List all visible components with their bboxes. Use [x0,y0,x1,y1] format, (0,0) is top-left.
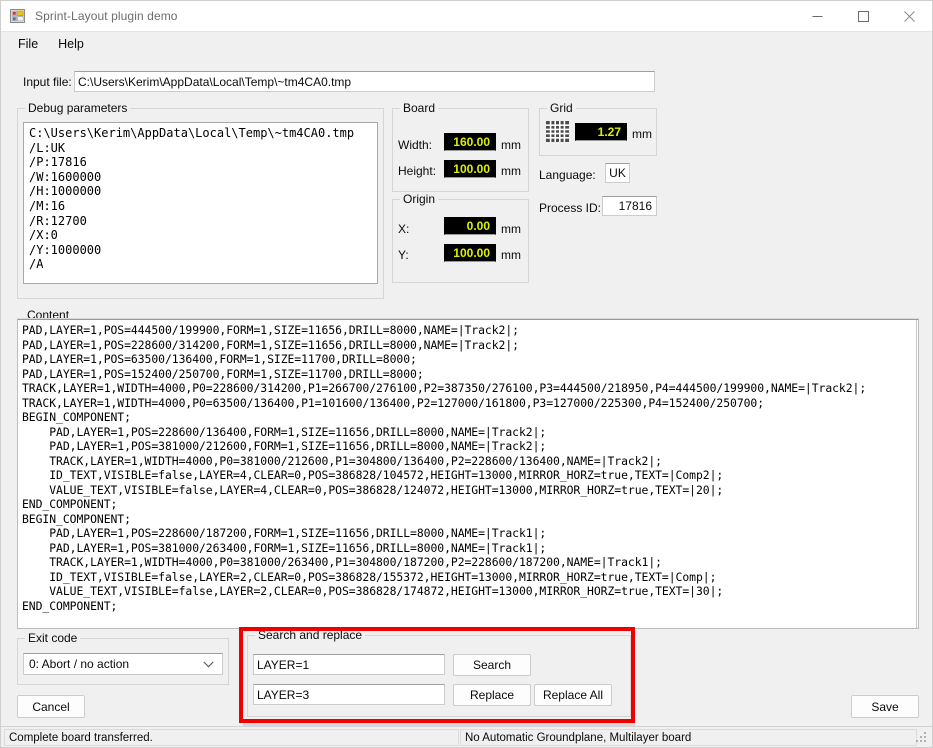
exit-code-dropdown[interactable]: 0: Abort / no action [23,653,223,675]
title-bar: Sprint-Layout plugin demo [1,1,932,32]
language-label: Language: [539,168,596,182]
grid-value: 1.27 [575,123,627,141]
close-button[interactable] [886,1,932,32]
origin-group: Origin [392,192,529,283]
process-id-label: Process ID: [539,201,602,215]
search-button[interactable]: Search [453,654,531,676]
input-file-field[interactable]: C:\Users\Kerim\AppData\Local\Temp\~tm4CA… [74,71,655,92]
grid-icon [546,121,569,142]
grid-unit: mm [632,127,652,141]
maximize-button[interactable] [840,1,886,32]
content-scrollbar[interactable] [916,320,917,628]
origin-title: Origin [400,192,439,206]
debug-parameters-textarea[interactable]: C:\Users\Kerim\AppData\Local\Temp\~tm4CA… [23,122,378,284]
origin-y-value: 100.00 [444,244,496,262]
status-right: No Automatic Groundplane, Multilayer boa… [460,729,917,746]
board-height-label: Height: [398,164,437,178]
language-value: UK [605,163,630,183]
menu-item-help[interactable]: Help [49,34,93,54]
board-width-unit: mm [501,138,521,152]
origin-x-unit: mm [501,222,521,236]
status-left: Complete board transferred. [4,729,459,746]
origin-x-label: X: [398,222,410,236]
save-button[interactable]: Save [851,695,919,718]
menu-item-file[interactable]: File [9,34,47,54]
board-height-unit: mm [501,164,521,178]
status-bar: Complete board transferred. No Automatic… [1,726,932,747]
grid-title: Grid [547,101,576,115]
board-width-label: Width: [398,138,433,152]
window-controls [794,1,932,32]
origin-y-label: Y: [398,248,409,262]
search-input[interactable]: LAYER=1 [253,654,445,675]
replace-input[interactable]: LAYER=3 [253,684,445,705]
input-file-label: Input file: [23,75,72,89]
cancel-button[interactable]: Cancel [17,695,85,718]
content-textarea[interactable]: PAD,LAYER=1,POS=444500/199900,FORM=1,SIZ… [17,319,919,629]
board-title: Board [400,101,439,115]
search-replace-title: Search and replace [255,628,366,642]
application-window: Sprint-Layout plugin demo File Help Inpu… [0,0,933,748]
origin-y-unit: mm [501,248,521,262]
menu-bar: File Help [1,32,932,56]
debug-parameters-text: C:\Users\Kerim\AppData\Local\Temp\~tm4CA… [29,126,355,272]
resize-grip-icon[interactable] [916,732,928,744]
app-grid-icon [10,8,26,24]
minimize-button[interactable] [794,1,840,32]
replace-all-button[interactable]: Replace All [534,684,612,706]
debug-parameters-title: Debug parameters [25,101,131,115]
window-title: Sprint-Layout plugin demo [35,9,178,23]
board-width-value: 160.00 [444,133,496,151]
replace-button[interactable]: Replace [453,684,531,706]
board-height-value: 100.00 [444,160,496,178]
content-text: PAD,LAYER=1,POS=444500/199900,FORM=1,SIZ… [22,323,867,613]
exit-code-title: Exit code [25,631,81,645]
origin-x-value: 0.00 [444,217,496,235]
process-id-value: 17816 [602,196,657,216]
chevron-down-icon [203,657,214,671]
exit-code-selected: 0: Abort / no action [29,657,130,671]
